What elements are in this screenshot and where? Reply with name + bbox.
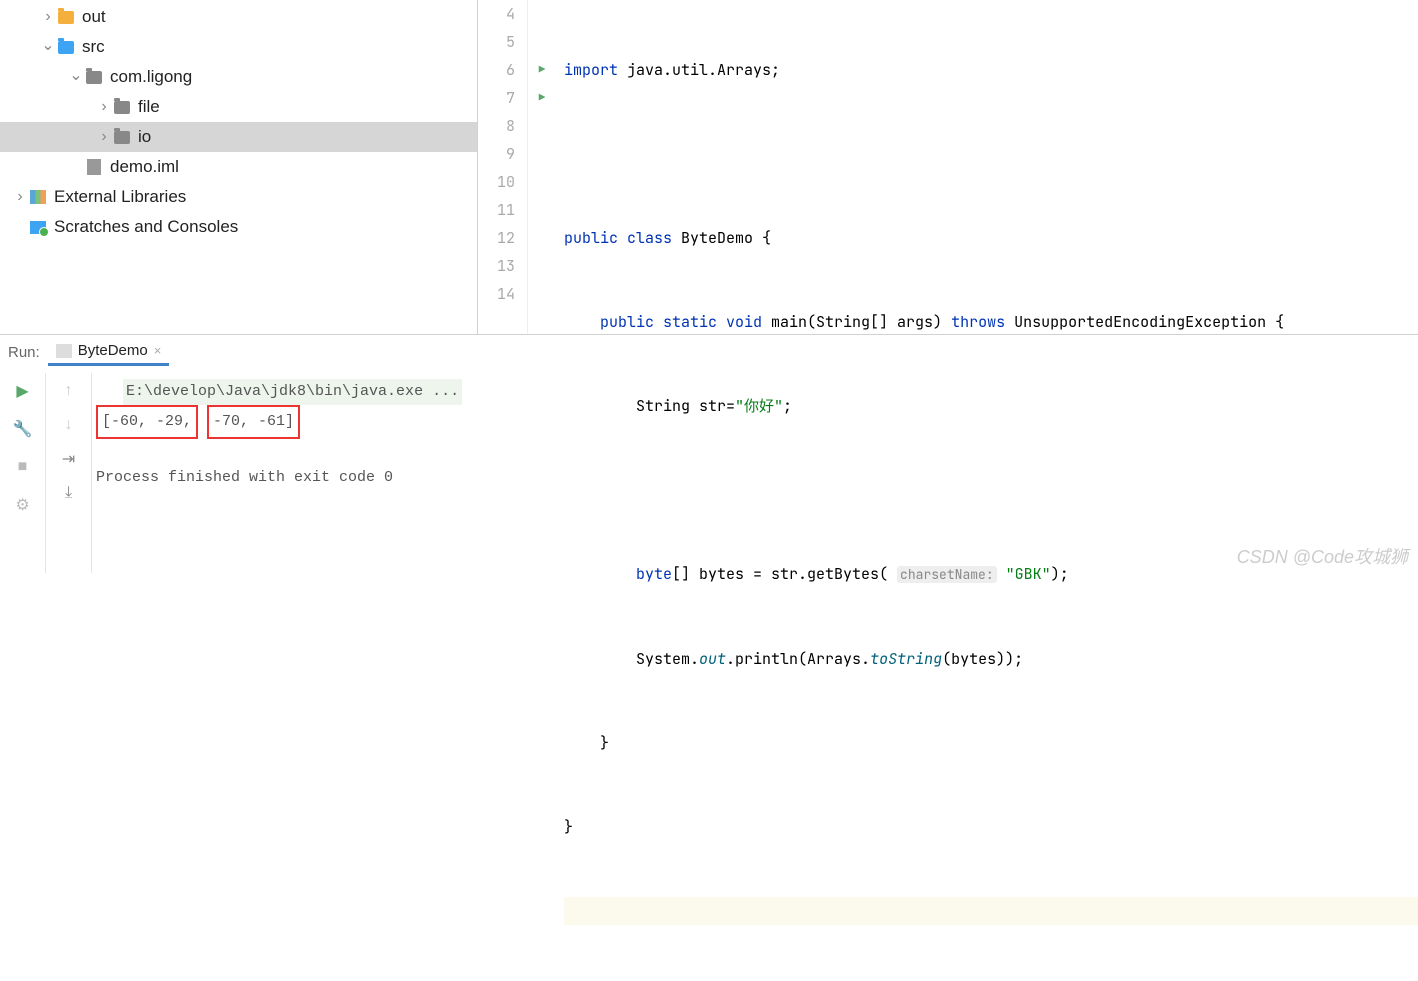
line-number: 8	[478, 112, 515, 140]
folder-icon	[56, 37, 76, 57]
line-number: 14	[478, 280, 515, 308]
run-method-icon[interactable]: ▶	[528, 84, 556, 112]
up-arrow-icon[interactable]: ↑	[59, 381, 79, 401]
line-gutter: 4 5 6 7 8 9 10 11 12 13 14	[478, 0, 528, 334]
tree-label: src	[82, 37, 105, 57]
chevron-right-icon[interactable]	[96, 128, 112, 146]
method-ref: toString	[870, 649, 942, 669]
package-icon	[112, 97, 132, 117]
chevron-right-icon[interactable]	[12, 188, 28, 206]
soft-wrap-icon[interactable]: ⇥	[59, 449, 79, 469]
tree-item-src[interactable]: src	[0, 32, 477, 62]
chevron-down-icon[interactable]	[40, 37, 56, 57]
tree-label: Scratches and Consoles	[54, 217, 238, 237]
line-number: 6	[478, 56, 515, 84]
line-number: 10	[478, 168, 515, 196]
tree-label: out	[82, 7, 106, 27]
folder-icon	[56, 7, 76, 27]
output-text: -70, -61]	[213, 413, 294, 430]
code-text: (bytes));	[942, 649, 1023, 669]
keyword: public static void	[600, 312, 762, 332]
settings-icon[interactable]: ⚙	[13, 495, 33, 515]
scratch-icon	[28, 217, 48, 237]
highlighted-output: -70, -61]	[207, 405, 300, 439]
keyword: import	[564, 60, 618, 80]
scroll-to-end-icon[interactable]: ⤓	[59, 483, 79, 503]
tree-label: file	[138, 97, 160, 117]
tree-item-io[interactable]: io	[0, 122, 477, 152]
line-number: 9	[478, 140, 515, 168]
chevron-down-icon[interactable]	[68, 67, 84, 87]
run-class-icon[interactable]: ▶	[528, 56, 556, 84]
chevron-right-icon[interactable]	[96, 98, 112, 116]
stop-icon[interactable]: ■	[13, 457, 33, 477]
tree-item-scratches[interactable]: Scratches and Consoles	[0, 212, 477, 242]
exit-message: Process finished with exit code 0	[96, 465, 1414, 491]
line-number: 11	[478, 196, 515, 224]
code-text: }	[600, 733, 609, 753]
rerun-icon[interactable]: ▶	[13, 381, 33, 401]
tree-item-iml[interactable]: demo.iml	[0, 152, 477, 182]
tree-item-external-libraries[interactable]: External Libraries	[0, 182, 477, 212]
line-number: 12	[478, 224, 515, 252]
code-area[interactable]: import java.util.Arrays; public class By…	[556, 0, 1418, 334]
run-sidebar-primary: ▶ 🔧 ■ ⚙	[0, 373, 46, 573]
code-text: System.	[636, 649, 699, 669]
chevron-right-icon[interactable]	[40, 8, 56, 26]
highlighted-output: [-60, -29,	[96, 405, 198, 439]
code-text: }	[564, 817, 573, 837]
close-icon[interactable]: ×	[154, 343, 162, 358]
run-sidebar-secondary: ↑ ↓ ⇥ ⤓	[46, 373, 92, 573]
run-header: Run: ByteDemo ×	[8, 338, 169, 366]
code-text: ByteDemo {	[672, 228, 771, 248]
run-tab[interactable]: ByteDemo ×	[48, 338, 170, 366]
code-text: .println(Arrays.	[726, 649, 870, 669]
tree-label: demo.iml	[110, 157, 179, 177]
line-number: 13	[478, 252, 515, 280]
code-text: java.util.Arrays;	[618, 60, 780, 80]
field-ref: out	[699, 649, 726, 669]
console-output[interactable]: E:\develop\Java\jdk8\bin\java.exe ... [-…	[92, 373, 1418, 573]
library-icon	[28, 187, 48, 207]
run-config-icon	[56, 344, 72, 358]
line-number: 7	[478, 84, 515, 112]
package-icon	[84, 67, 104, 87]
run-tab-title: ByteDemo	[78, 342, 148, 359]
code-text: main	[762, 312, 807, 332]
output-text: [-60, -29,	[102, 413, 192, 430]
tree-label: com.ligong	[110, 67, 192, 87]
tree-label: io	[138, 127, 151, 147]
package-icon	[112, 127, 132, 147]
project-tree[interactable]: out src com.ligong file io demo.iml	[0, 0, 478, 334]
tree-label: External Libraries	[54, 187, 186, 207]
keyword: throws	[951, 312, 1005, 332]
keyword: public class	[564, 228, 672, 248]
code-editor[interactable]: 4 5 6 7 8 9 10 11 12 13 14 ▶ ▶ import ja…	[478, 0, 1418, 334]
tree-item-file[interactable]: file	[0, 92, 477, 122]
down-arrow-icon[interactable]: ↓	[59, 415, 79, 435]
console-command: E:\develop\Java\jdk8\bin\java.exe ...	[123, 379, 462, 405]
line-number: 5	[478, 28, 515, 56]
tree-item-out[interactable]: out	[0, 2, 477, 32]
gutter-icons: ▶ ▶	[528, 0, 556, 334]
run-label: Run:	[8, 344, 40, 361]
code-text: (String[] args)	[807, 312, 951, 332]
tree-item-package[interactable]: com.ligong	[0, 62, 477, 92]
wrench-icon[interactable]: 🔧	[13, 419, 33, 439]
code-text: UnsupportedEncodingException {	[1005, 312, 1284, 332]
file-icon	[84, 157, 104, 177]
line-number: 4	[478, 0, 515, 28]
